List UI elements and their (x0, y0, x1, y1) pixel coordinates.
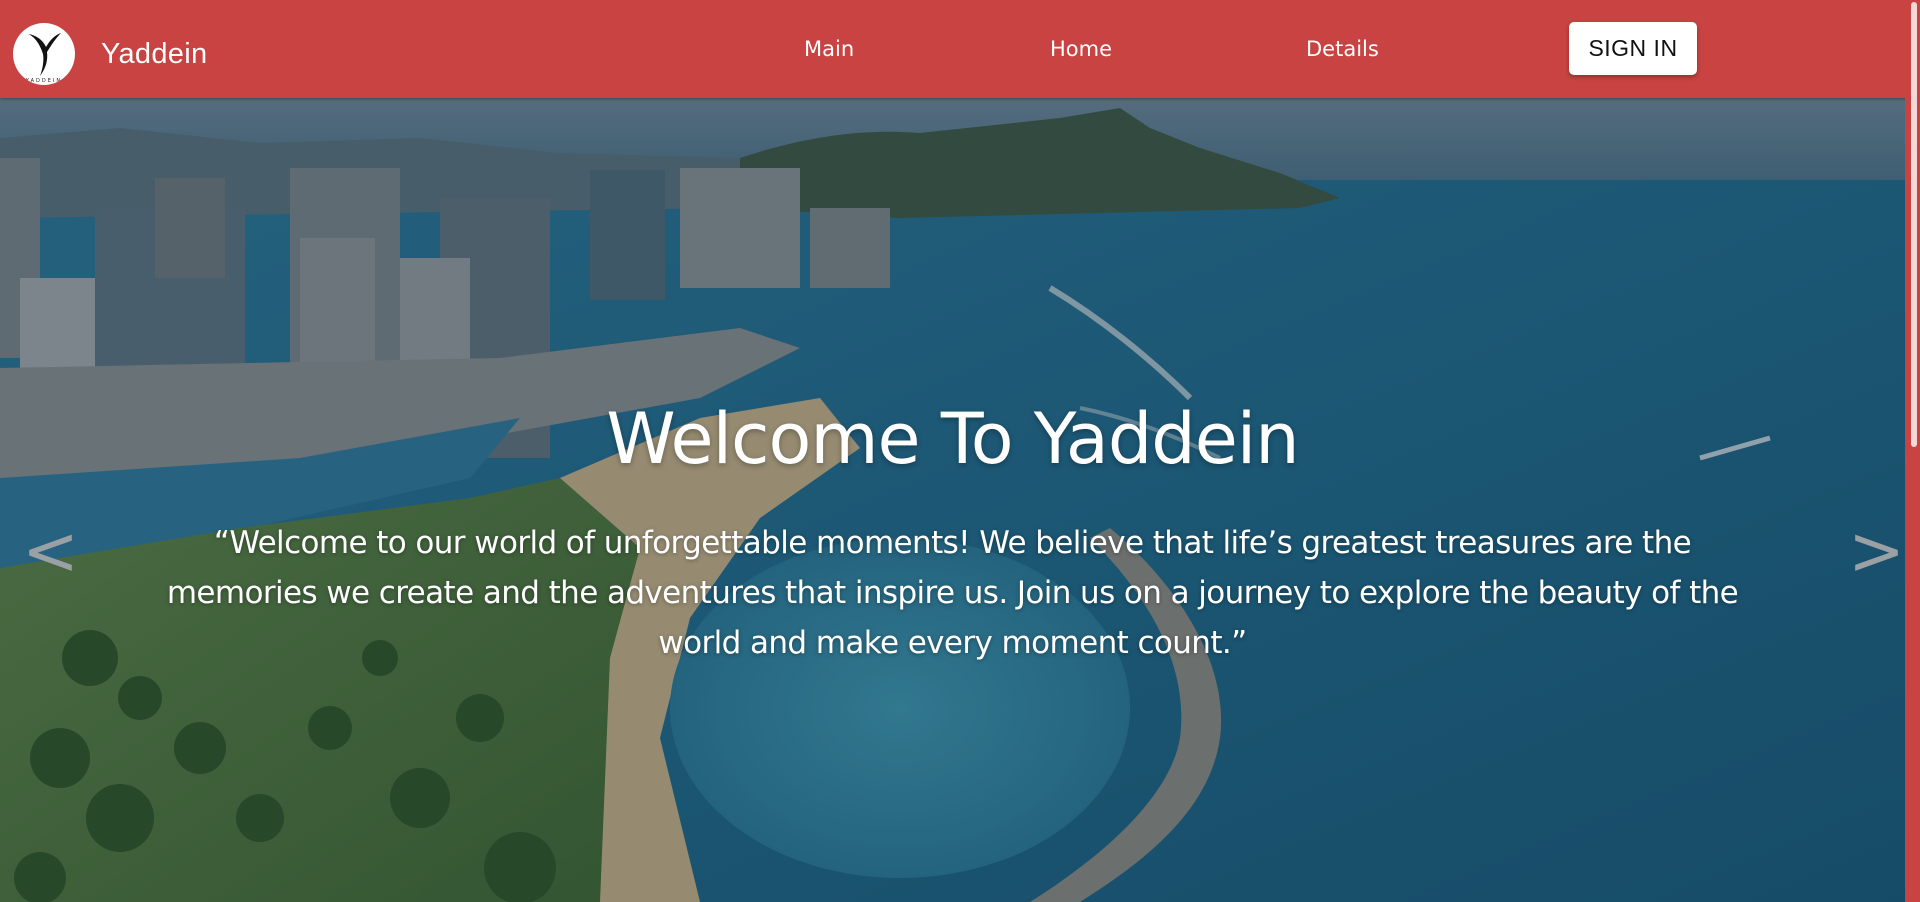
carousel-next-arrow-icon[interactable]: > (1848, 518, 1905, 586)
brand-name: Yaddein (101, 37, 208, 70)
logo-icon: YADDEIN (13, 23, 75, 85)
brand-link[interactable]: YADDEIN Yaddein (13, 23, 207, 85)
nav-link-main[interactable]: Main (804, 35, 854, 63)
logo-wordmark: YADDEIN (25, 78, 63, 84)
sign-in-button[interactable]: SIGN IN (1569, 22, 1697, 75)
logo-y-mark-icon (28, 33, 61, 76)
navbar: YADDEIN Yaddein Main Home Details SIGN I… (0, 0, 1920, 98)
hero-quote: “Welcome to our world of unforgettable m… (166, 525, 1739, 661)
hero-overlay (0, 98, 1920, 902)
scrollbar-thumb[interactable] (1911, 2, 1917, 447)
nav-link-home[interactable]: Home (1050, 35, 1112, 63)
nav-link-details[interactable]: Details (1306, 35, 1379, 63)
carousel-prev-arrow-icon[interactable]: < (22, 518, 79, 586)
hero-title: Welcome To Yaddein (606, 398, 1299, 480)
hero-carousel: Welcome To Yaddein “Welcome to our world… (0, 98, 1920, 902)
page-scrollbar[interactable] (1905, 0, 1920, 902)
